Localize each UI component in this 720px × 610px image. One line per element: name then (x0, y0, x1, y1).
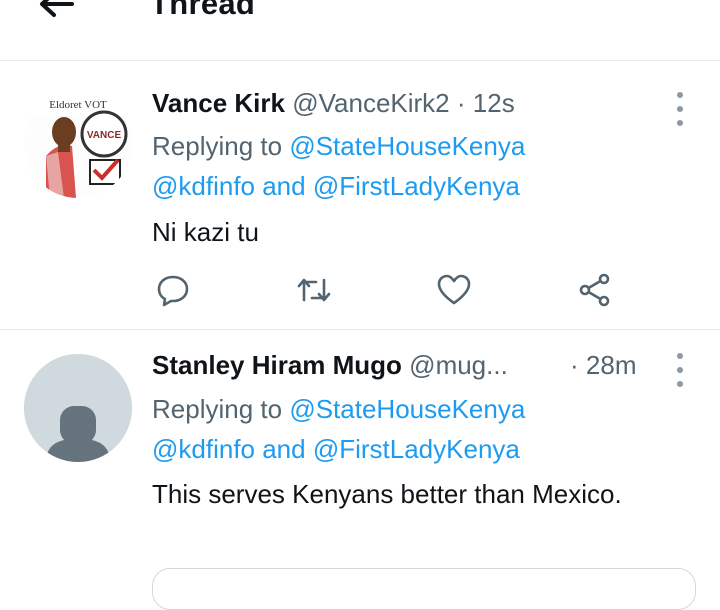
like-icon[interactable] (436, 272, 472, 308)
timestamp[interactable]: 28m (586, 350, 637, 380)
avatar[interactable] (24, 354, 132, 462)
and-text: and (255, 434, 313, 464)
tweet-time: · 28m (570, 350, 636, 381)
replying-to: Replying to @StateHouseKenya @kdfinfo an… (152, 389, 525, 469)
mention-link[interactable]: @StateHouseKenya (289, 131, 525, 161)
tweet-text: This serves Kenyans better than Mexico. (152, 479, 622, 509)
timestamp[interactable]: 12s (473, 88, 515, 118)
replying-to-label: Replying to (152, 131, 290, 161)
more-vertical-icon[interactable] (668, 350, 692, 390)
mention-link[interactable]: @StateHouseKenya (289, 394, 525, 424)
tweet[interactable]: Stanley Hiram Mugo @mug... · 28m Replyin… (0, 330, 720, 610)
mention-link[interactable]: @FirstLadyKenya (313, 171, 520, 201)
replying-to-label: Replying to (152, 394, 290, 424)
tweet-actions (0, 266, 720, 310)
author-name[interactable]: Stanley Hiram Mugo (152, 350, 402, 380)
more-vertical-icon[interactable] (668, 89, 692, 129)
and-text: and (255, 171, 313, 201)
author-name[interactable]: Vance Kirk (152, 88, 285, 118)
share-icon[interactable] (577, 272, 613, 308)
thread-header: Thread (0, 0, 720, 61)
mention-link[interactable]: @FirstLadyKenya (313, 434, 520, 464)
separator-dot: · (456, 88, 466, 118)
tweet-header: Stanley Hiram Mugo @mug... (152, 350, 508, 381)
back-arrow-icon[interactable] (36, 0, 76, 30)
tweet[interactable]: Eldoret VOT VANCE Vance Kirk @VanceKirk2… (0, 61, 720, 330)
author-handle[interactable]: @mug... (409, 350, 508, 380)
tweet-header: Vance Kirk @VanceKirk2 · 12s (152, 88, 515, 119)
separator-dot: · (570, 350, 579, 380)
author-handle[interactable]: @VanceKirk2 (292, 88, 449, 118)
reply-icon[interactable] (155, 272, 191, 308)
replying-to: Replying to @StateHouseKenya @kdfinfo an… (152, 126, 525, 206)
page-title: Thread (150, 0, 256, 21)
retweet-icon[interactable] (296, 272, 332, 308)
mention-link[interactable]: @kdfinfo (152, 171, 255, 201)
tweet-text: Ni kazi tu (152, 217, 259, 247)
avatar[interactable]: Eldoret VOT VANCE (24, 90, 132, 198)
mention-link[interactable]: @kdfinfo (152, 434, 255, 464)
quoted-tweet-card[interactable] (152, 568, 696, 610)
svg-text:VANCE: VANCE (87, 130, 122, 141)
svg-text:Eldoret VOT: Eldoret VOT (49, 99, 107, 111)
